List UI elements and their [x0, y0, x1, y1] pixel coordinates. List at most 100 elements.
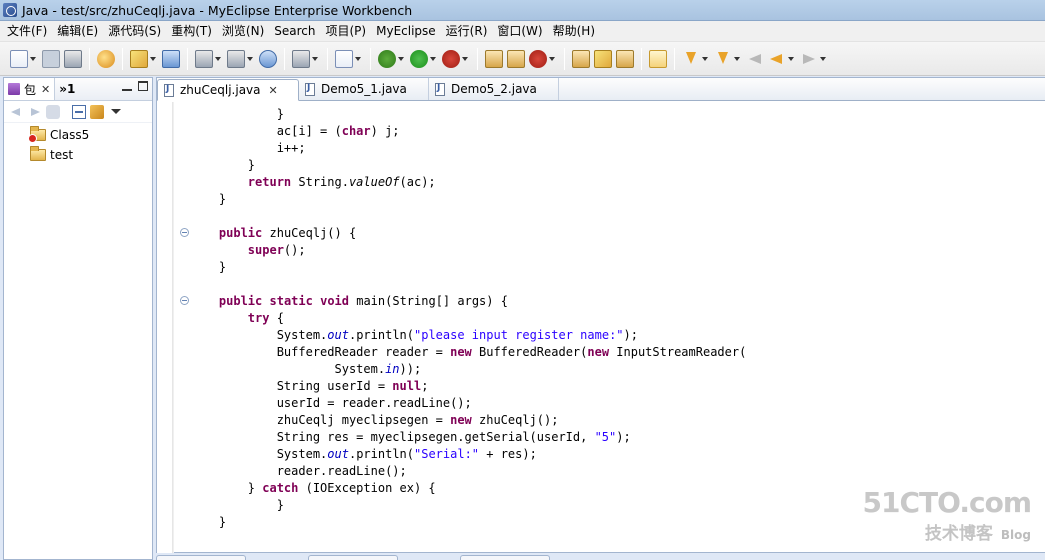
code-line[interactable]: String res = myeclipsegen.getSerial(user…	[190, 429, 746, 446]
tab-zhuceqlj-java[interactable]: zhuCeqlj.java ✕	[157, 79, 299, 101]
code-line[interactable]: ac[i] = (char) j;	[190, 123, 746, 140]
next-annotation-dropdown-icon[interactable]	[702, 50, 709, 68]
close-icon[interactable]: ✕	[41, 83, 50, 96]
menu-project[interactable]: 项目(P)	[321, 22, 372, 41]
wizard-dropdown-icon[interactable]	[150, 50, 157, 68]
code-line[interactable]: }	[190, 497, 746, 514]
fold-toggle-icon[interactable]	[180, 296, 189, 305]
print-icon[interactable]	[64, 49, 82, 68]
forward-dropdown-icon[interactable]	[820, 50, 827, 68]
tab-package-explorer[interactable]: 包 ✕	[4, 78, 56, 100]
prev-annotation-icon[interactable]	[714, 50, 732, 68]
view-menu-icon[interactable]	[108, 105, 122, 119]
menu-refactor[interactable]: 重构(T)	[166, 22, 217, 41]
code-line[interactable]: return String.valueOf(ac);	[190, 174, 746, 191]
perspective-dropdown-icon[interactable]	[549, 50, 556, 68]
code-line[interactable]: public static void main(String[] args) {	[190, 293, 746, 310]
up-icon[interactable]	[46, 104, 60, 119]
code-line[interactable]: public zhuCeqlj() {	[190, 225, 746, 242]
last-edit-icon[interactable]	[746, 50, 764, 68]
tab-demo5-1-java[interactable]: Demo5_1.java	[299, 78, 429, 100]
code-line[interactable]: System.in));	[190, 361, 746, 378]
camera-dropdown-icon[interactable]	[312, 50, 319, 68]
mark-occurrences-icon[interactable]	[649, 49, 667, 68]
menu-edit[interactable]: 编辑(E)	[52, 22, 103, 41]
browser-icon[interactable]	[259, 49, 277, 68]
bottom-tab[interactable]	[308, 555, 398, 560]
deploy-icon[interactable]	[162, 49, 180, 68]
code-line[interactable]: System.out.println("please input registe…	[190, 327, 746, 344]
title-bar[interactable]: Java - test/src/zhuCeqlj.java - MyEclips…	[0, 0, 1045, 21]
menu-navigate[interactable]: 浏览(N)	[217, 22, 269, 41]
java-icon[interactable]	[97, 49, 115, 68]
menu-myeclipse[interactable]: MyEclipse	[371, 22, 441, 41]
run-dropdown-icon[interactable]	[430, 50, 437, 68]
tab-demo5-2-java[interactable]: Demo5_2.java	[429, 78, 559, 100]
maximize-icon[interactable]	[138, 81, 148, 91]
code-line[interactable]	[190, 208, 746, 225]
back-icon[interactable]	[768, 50, 786, 68]
code-line[interactable]: }	[190, 259, 746, 276]
wizard-icon[interactable]	[130, 49, 148, 68]
code-line[interactable]: userId = reader.readLine();	[190, 395, 746, 412]
menu-run[interactable]: 运行(R)	[441, 22, 493, 41]
run-icon[interactable]	[410, 49, 428, 68]
menu-search[interactable]: Search	[269, 22, 320, 41]
back-icon[interactable]	[10, 105, 24, 119]
tree-item-test[interactable]: test	[4, 145, 152, 165]
server-dropdown-icon[interactable]	[215, 50, 222, 68]
code-line[interactable]: BufferedReader reader = new BufferedRead…	[190, 344, 747, 361]
new-dropdown-icon[interactable]	[30, 50, 37, 68]
code-line[interactable]: try {	[190, 310, 746, 327]
source-code[interactable]: } ac[i] = (char) j; i++; } return String…	[190, 106, 746, 531]
new-icon[interactable]	[10, 49, 28, 68]
server-start-dropdown-icon[interactable]	[247, 50, 254, 68]
code-line[interactable]	[190, 276, 746, 293]
tree-item-class5[interactable]: Class5	[4, 125, 152, 145]
link-with-editor-icon[interactable]	[90, 104, 104, 119]
code-line[interactable]: zhuCeqlj myeclipsegen = new zhuCeqlj();	[190, 412, 746, 429]
task-icon[interactable]	[594, 49, 612, 68]
forward-icon[interactable]	[800, 50, 818, 68]
debug-dropdown-icon[interactable]	[398, 50, 405, 68]
server-icon[interactable]	[195, 49, 213, 68]
code-line[interactable]: } catch (IOException ex) {	[190, 480, 746, 497]
code-line[interactable]: reader.readLine();	[190, 463, 746, 480]
close-icon[interactable]: ✕	[269, 84, 278, 97]
code-line[interactable]: System.out.println("Serial:" + res);	[190, 446, 746, 463]
menu-window[interactable]: 窗口(W)	[492, 22, 547, 41]
fold-toggle-icon[interactable]	[180, 228, 189, 237]
tab-more-views[interactable]: »1	[55, 78, 79, 100]
code-line[interactable]: }	[190, 514, 746, 531]
menu-source[interactable]: 源代码(S)	[103, 22, 166, 41]
server-start-icon[interactable]	[227, 49, 245, 68]
open-type-icon[interactable]	[485, 49, 503, 68]
code-line[interactable]: i++;	[190, 140, 746, 157]
minimize-icon[interactable]	[122, 81, 132, 91]
save-icon[interactable]	[42, 49, 60, 68]
forward-icon[interactable]	[28, 105, 42, 119]
new-class-dropdown-icon[interactable]	[355, 50, 362, 68]
menu-help[interactable]: 帮助(H)	[548, 22, 600, 41]
menu-file[interactable]: 文件(F)	[2, 22, 52, 41]
search-icon[interactable]	[572, 49, 590, 68]
prev-annotation-dropdown-icon[interactable]	[734, 50, 741, 68]
external-tools-dropdown-icon[interactable]	[462, 50, 469, 68]
debug-icon[interactable]	[378, 49, 396, 68]
code-line[interactable]: String userId = null;	[190, 378, 746, 395]
code-line[interactable]: }	[190, 191, 746, 208]
collapse-all-icon[interactable]	[72, 104, 86, 119]
code-line[interactable]: }	[190, 106, 746, 123]
bottom-tab[interactable]	[156, 555, 246, 560]
code-line[interactable]: super();	[190, 242, 746, 259]
back-dropdown-icon[interactable]	[788, 50, 795, 68]
open-task-icon[interactable]	[507, 49, 525, 68]
code-line[interactable]: }	[190, 157, 746, 174]
annotation-icon[interactable]	[616, 49, 634, 68]
new-class-icon[interactable]	[335, 49, 353, 68]
open-perspective-icon[interactable]	[529, 49, 547, 68]
next-annotation-icon[interactable]	[682, 50, 700, 68]
camera-icon[interactable]	[292, 49, 310, 68]
bottom-tab[interactable]	[460, 555, 550, 560]
external-tools-icon[interactable]	[442, 49, 460, 68]
